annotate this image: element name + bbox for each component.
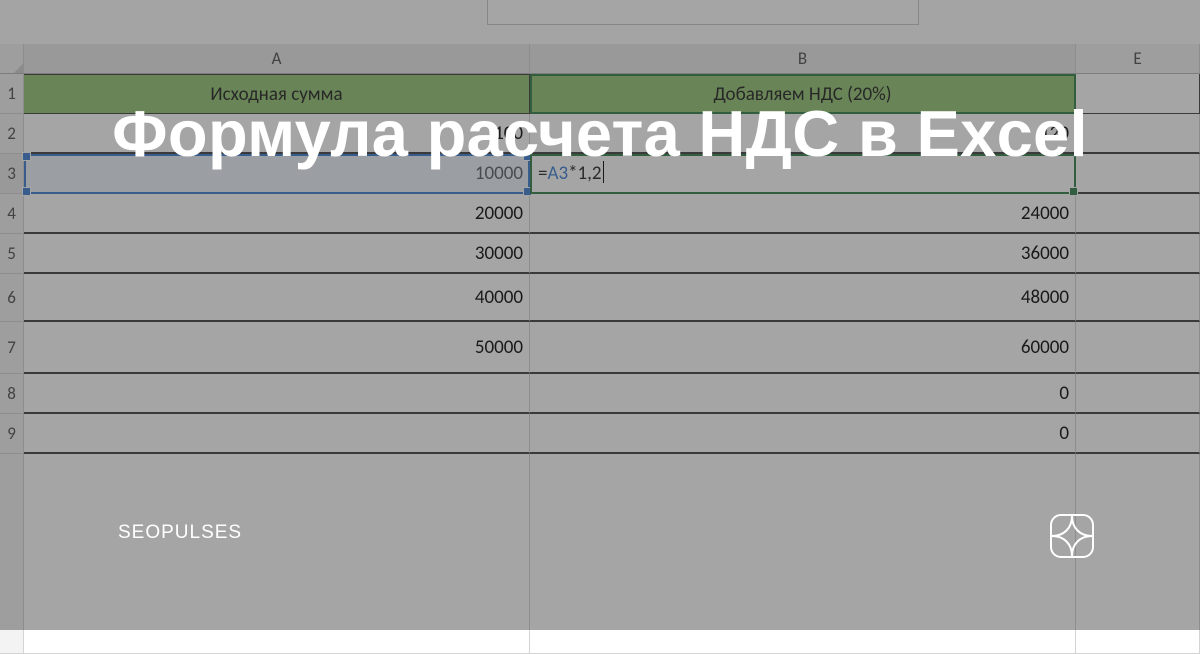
promo-overlay: Формула расчета НДС в Excel SEOPULSES — [0, 0, 1200, 630]
overlay-brand: SEOPULSES — [118, 522, 242, 544]
overlay-headline: Формула расчета НДС в Excel — [0, 96, 1200, 171]
zen-icon — [1050, 514, 1094, 558]
